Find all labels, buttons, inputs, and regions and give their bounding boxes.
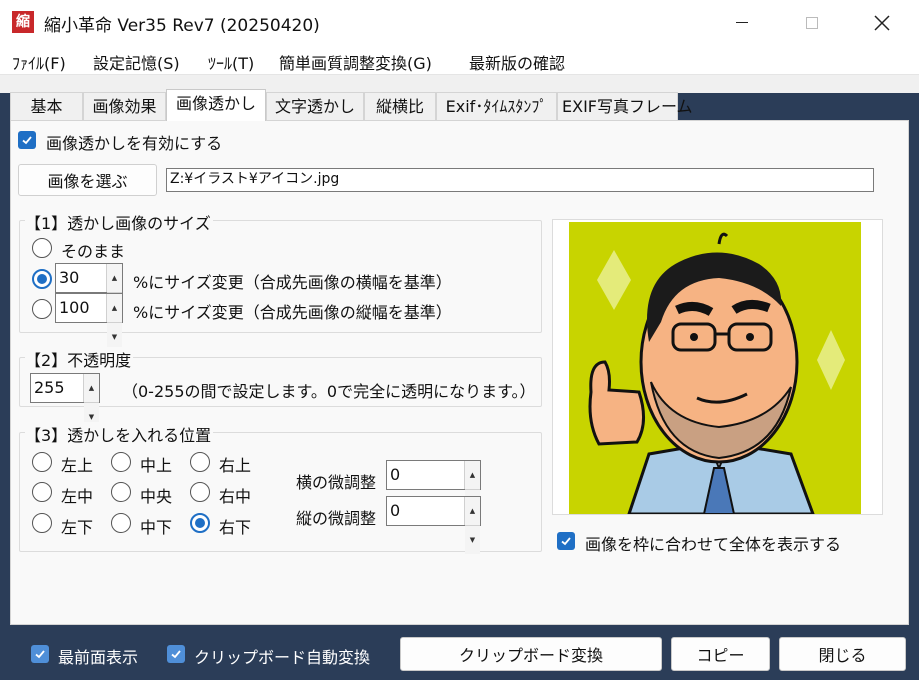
size-asis-label: そのまま [61,242,126,261]
size-width-label: %にサイズ変更（合成先画像の横幅を基準） [133,273,452,292]
close-icon [874,14,890,31]
size-width-stepper[interactable]: 30 ▲▼ [55,263,123,321]
position-group-title: 【3】透かしを入れる位置 [25,422,214,446]
position-middle-left-radio[interactable] [32,482,52,502]
h-adjust-label: 横の微調整 [296,473,377,492]
clipboard-auto-checkbox[interactable] [167,645,185,663]
position-center-label: 中央 [140,487,173,506]
position-top-right-label: 右上 [219,456,252,475]
position-bottom-left-radio[interactable] [32,513,52,533]
app-window: 縮 縮小革命 Ver35 Rev7 (20250420) ﾌｧｲﾙ(F) 設定記… [0,0,919,680]
position-bottom-right-label: 右下 [219,518,252,537]
choose-image-button[interactable]: 画像を選ぶ [18,164,157,196]
menu-easy-quality[interactable]: 簡単画質調整変換(G) [279,50,432,74]
check-icon [561,537,571,546]
spin-up-icon[interactable]: ▲ [465,497,480,525]
app-icon: 縮 [12,11,34,33]
opacity-stepper[interactable]: 255 ▲ ▼ [30,373,100,431]
tab-image-watermark[interactable]: 画像透かし [166,89,266,121]
size-height-stepper[interactable]: 100 ▲ ▼ [55,293,123,351]
opacity-value: 255 [34,378,65,397]
check-icon [171,650,181,659]
topmost-checkbox[interactable] [31,645,49,663]
spin-up-icon[interactable]: ▲ [465,461,480,489]
position-middle-right-label: 右中 [219,487,252,506]
tab-text-watermark[interactable]: 文字透かし [266,92,364,120]
menu-file[interactable]: ﾌｧｲﾙ(F) [12,50,66,74]
fit-preview-checkbox[interactable] [557,532,575,550]
tab-aspect-ratio[interactable]: 縦横比 [364,92,436,120]
menu-bar: ﾌｧｲﾙ(F) 設定記憶(S) ﾂｰﾙ(T) 簡単画質調整変換(G) 最新版の確… [0,45,919,75]
image-path-field[interactable]: Z:¥イラスト¥アイコン.jpg [166,168,874,192]
opacity-group-title: 【2】不透明度 [25,347,134,371]
size-asis-radio[interactable] [32,238,52,258]
fit-preview-label: 画像を枠に合わせて全体を表示する [585,535,842,554]
v-adjust-label: 縦の微調整 [296,509,377,528]
window-title: 縮小革命 Ver35 Rev7 (20250420) [44,16,320,36]
clipboard-convert-button[interactable]: クリップボード変換 [400,637,662,671]
spin-down-icon[interactable]: ▼ [465,525,480,554]
position-center-radio[interactable] [111,482,131,502]
close-window-button[interactable] [847,0,917,45]
h-adjust-value: 0 [390,465,401,484]
enable-watermark-label: 画像透かしを有効にする [46,134,223,153]
tab-bar: 基本 画像効果 画像透かし 文字透かし 縦横比 Exif･ﾀｲﾑｽﾀﾝﾌﾟ EX… [10,89,909,121]
opacity-note: （0-255の間で設定します。0で完全に透明になります。） [122,382,536,401]
tab-exif-photo-frame[interactable]: EXIF写真フレーム [557,92,693,120]
menu-tools[interactable]: ﾂｰﾙ(T) [208,50,254,74]
clipboard-auto-label: クリップボード自動変換 [194,648,371,667]
position-top-left-label: 左上 [61,456,94,475]
size-width-value: 30 [59,268,80,287]
position-middle-left-label: 左中 [61,487,94,506]
menu-settings-memory[interactable]: 設定記憶(S) [93,50,180,74]
spin-up-icon[interactable]: ▲ [107,294,122,322]
tab-image-effect[interactable]: 画像効果 [83,92,166,120]
size-height-value: 100 [59,298,90,317]
check-icon [22,136,32,145]
close-button[interactable]: 閉じる [779,637,906,671]
position-middle-right-radio[interactable] [190,482,210,502]
position-top-center-label: 中上 [140,456,173,475]
maximize-icon [806,16,818,29]
spin-up-icon[interactable]: ▲ [84,374,99,402]
tab-strip-background [0,75,919,93]
maximize-button[interactable] [777,0,847,45]
position-group [19,432,542,552]
position-bottom-center-label: 中下 [140,518,173,537]
watermark-preview-image [569,222,861,514]
title-bar: 縮 縮小革命 Ver35 Rev7 (20250420) [0,0,919,45]
position-top-center-radio[interactable] [111,452,131,472]
position-top-left-radio[interactable] [32,452,52,472]
preview-frame [552,219,883,515]
minimize-icon [736,22,748,23]
menu-check-latest[interactable]: 最新版の確認 [469,50,565,74]
enable-watermark-checkbox[interactable] [18,131,36,149]
position-top-right-radio[interactable] [190,452,210,472]
size-width-radio[interactable] [32,269,52,289]
h-adjust-stepper[interactable]: 0 ▲▼ [386,460,481,518]
tab-basic[interactable]: 基本 [10,92,83,120]
check-icon [35,650,45,659]
minimize-button[interactable] [707,0,777,45]
tab-exif-timestamp[interactable]: Exif･ﾀｲﾑｽﾀﾝﾌﾟ [436,92,557,120]
size-height-radio[interactable] [32,299,52,319]
position-bottom-left-label: 左下 [61,518,94,537]
spin-up-icon[interactable]: ▲ [107,264,122,292]
size-group-title: 【1】透かし画像のサイズ [25,210,213,234]
v-adjust-value: 0 [390,501,401,520]
position-bottom-center-radio[interactable] [111,513,131,533]
position-bottom-right-radio[interactable] [190,513,210,533]
v-adjust-stepper[interactable]: 0 ▲ ▼ [386,496,481,554]
topmost-label: 最前面表示 [58,648,139,667]
copy-button[interactable]: コピー [671,637,770,671]
size-height-label: %にサイズ変更（合成先画像の縦幅を基準） [133,303,452,322]
